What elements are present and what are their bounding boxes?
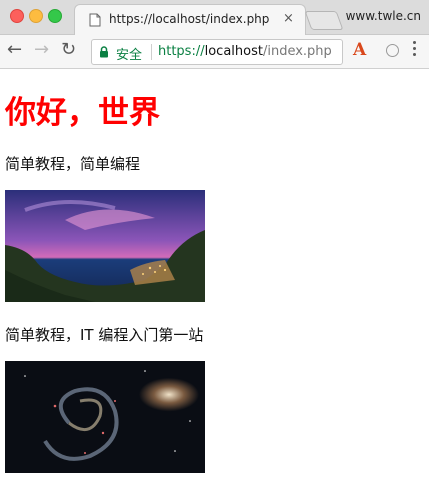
browser-tab[interactable]: https://localhost/index.php ×: [74, 4, 306, 36]
forward-button[interactable]: →: [34, 41, 49, 59]
kebab-menu-icon[interactable]: [413, 41, 417, 59]
address-bar[interactable]: 安全 https://localhost/index.php: [91, 39, 343, 65]
tab-close-button[interactable]: ×: [283, 11, 294, 26]
page-title: 你好，世界: [5, 95, 160, 131]
whirlpool-galaxy-photo: [5, 361, 205, 473]
new-tab-button[interactable]: [304, 11, 344, 30]
window-maximize-button[interactable]: [48, 9, 62, 23]
extension-icon[interactable]: A: [353, 40, 366, 60]
tab-title: https://localhost/index.php: [109, 12, 270, 26]
paragraph-1: 简单教程，简单编程: [5, 155, 141, 173]
tab-strip: https://localhost/index.php × www.twle.c…: [0, 0, 429, 36]
window-close-button[interactable]: [10, 9, 24, 23]
profile-label[interactable]: www.twle.cn: [346, 9, 421, 23]
url-path: /index.php: [262, 44, 332, 59]
page-icon: [89, 13, 101, 27]
lock-icon: [100, 46, 108, 58]
extension-circle-icon[interactable]: [386, 44, 399, 57]
page-content: 你好，世界 简单教程，简单编程 简单教程，IT 编程入门第一站: [0, 69, 429, 473]
url-host: localhost: [204, 44, 263, 59]
back-button[interactable]: ←: [7, 41, 22, 59]
security-label: 安全: [116, 48, 143, 63]
browser-toolbar: ← → ↻ 安全 https://localhost/index.php A: [0, 35, 429, 69]
coastal-city-night-photo: [5, 190, 205, 302]
url-scheme: https://: [158, 44, 205, 59]
paragraph-2: 简单教程，IT 编程入门第一站: [5, 326, 204, 344]
reload-button[interactable]: ↻: [61, 41, 76, 59]
address-separator: [151, 44, 152, 60]
url-text[interactable]: https://localhost/index.php: [158, 44, 332, 59]
window-minimize-button[interactable]: [29, 9, 43, 23]
